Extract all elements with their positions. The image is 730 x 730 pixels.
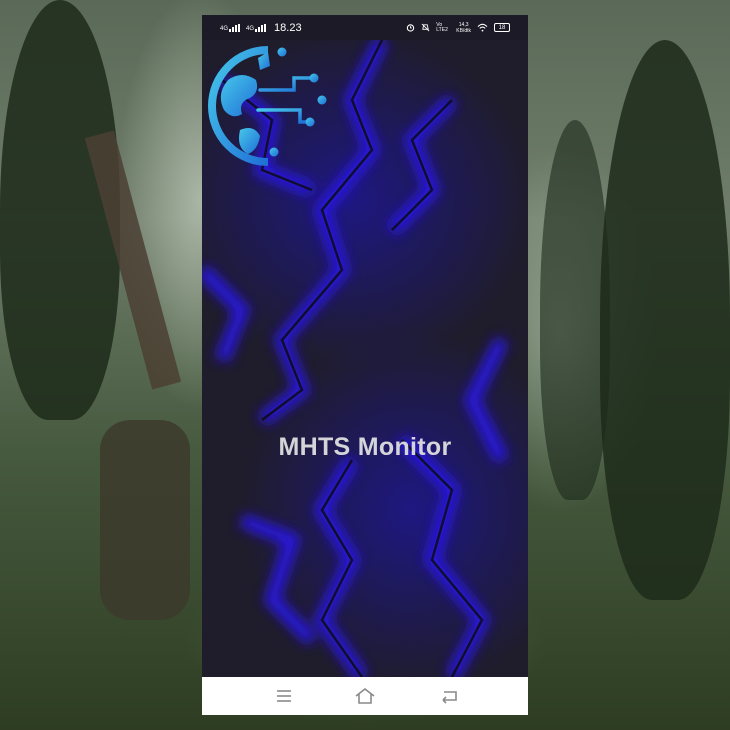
alarm-icon [407,24,415,32]
signal-group-1: 4G [220,23,241,32]
signal-icon [255,23,267,32]
clock: 18.23 [274,21,302,34]
network-type-label: 4G [246,25,255,32]
battery-level: 18 [498,24,506,31]
splash-screen: MHTS Monitor [202,40,528,677]
battery-icon: 18 [494,23,510,32]
signal-group-2: 4G [246,23,267,32]
menu-icon[interactable] [272,686,296,706]
home-icon[interactable] [353,686,377,706]
tree-middle-right [540,120,610,500]
navigation-bar [202,677,528,715]
wifi-icon [477,23,488,32]
globe-circuit-logo [208,46,327,166]
back-icon[interactable] [438,686,462,706]
tree-right [600,40,730,600]
dnd-icon [421,23,430,32]
signal-icon [229,23,241,32]
tree-left [0,0,120,420]
network-speed: 14,3 KB/dtk [456,22,471,34]
ruin-wheel [100,420,190,620]
phone-screen: 4G 4G 18.23 Vo LTE2 14,3 KB/dtk 18 MHTS … [202,15,528,715]
speed-unit: KB/dtk [456,27,471,34]
network-type-label: 4G [220,25,229,32]
app-title: MHTS Monitor [278,433,452,461]
status-bar: 4G 4G 18.23 Vo LTE2 14,3 KB/dtk 18 [202,15,528,40]
lte-label: Vo LTE2 [436,21,448,33]
